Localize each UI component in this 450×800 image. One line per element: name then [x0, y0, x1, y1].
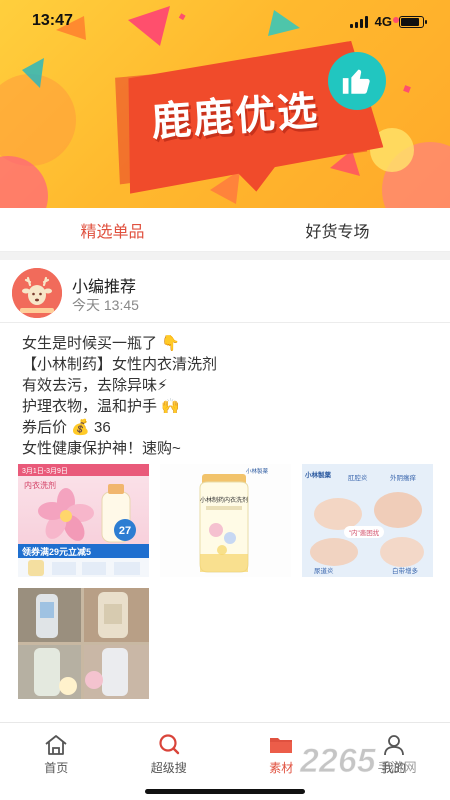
svg-text:小林制药内衣洗剂: 小林制药内衣洗剂 [200, 496, 248, 504]
watermark-number: 2265 [300, 742, 377, 781]
watermark-text: 手游网 [377, 760, 417, 775]
post-line: 有效去污，去除异味⚡ [22, 376, 168, 394]
svg-text:小林製薬: 小林製薬 [304, 470, 332, 479]
tab-good-deals[interactable]: 好货专场 [225, 208, 450, 251]
nav-super-search-label: 超级搜 [150, 761, 187, 775]
product-image-2-art: 小林製薬 小林制药内衣洗剂 [199, 467, 269, 573]
tab-good-deals-label: 好货专场 [305, 223, 370, 241]
tab-featured[interactable]: 精选单品 [0, 208, 225, 251]
svg-text:尿道炎: 尿道炎 [314, 566, 334, 575]
site-watermark: 2265 手游网 [300, 742, 417, 781]
signal-icon [349, 15, 368, 28]
nav-home[interactable]: 首页 [0, 723, 113, 800]
status-bar: 13:47 4G [0, 0, 450, 44]
svg-text:领券满29元立减5: 领券满29元立减5 [22, 546, 91, 557]
product-image-1[interactable]: 3月1日-3月9日 内衣洗剂 27 领券满29元立减5 [18, 464, 149, 577]
svg-text:"内"患困扰: "内"患困扰 [349, 528, 380, 537]
folder-icon [270, 738, 293, 753]
post-line: 护理衣物，温和护手 🙌 [22, 397, 180, 415]
tab-featured-label: 精选单品 [80, 223, 145, 241]
product-image-4-art [18, 588, 149, 699]
product-image-2[interactable]: 小林製薬 小林制药内衣洗剂 [160, 464, 291, 577]
price-value: 36 [94, 419, 111, 436]
product-image-1-art: 3月1日-3月9日 内衣洗剂 27 领券满29元立减5 [18, 464, 149, 577]
raised-hands-emoji-icon: 🙌 [161, 397, 180, 415]
status-indicators: 4G [349, 14, 427, 29]
post-time: 今天 13:45 [72, 297, 139, 313]
point-down-emoji-icon: 👇 [161, 334, 180, 352]
status-time: 13:47 [32, 12, 73, 29]
home-icon [45, 735, 67, 755]
post-header: 小编推荐 今天 13:45 [0, 260, 450, 322]
promo-banner[interactable]: 13:47 4G 鹿鹿优选 [0, 0, 450, 208]
post-card: 小编推荐 今天 13:45 女生是时候买一瓶了 👇 【小林制药】女性内衣清洗剂 … [0, 260, 450, 459]
deer-logo-icon [12, 268, 62, 318]
battery-icon [399, 15, 427, 28]
svg-text:外阴瘙痒: 外阴瘙痒 [390, 473, 417, 482]
section-divider [0, 252, 450, 260]
thumbs-up-icon [328, 52, 386, 110]
network-type: 4G [374, 14, 392, 29]
product-image-3-art: 小林製薬 肛腔炎 外阴瘙痒 "内"患困扰 尿道炎 白带增多 [302, 464, 433, 577]
search-icon [159, 734, 179, 755]
product-image-3[interactable]: 小林製薬 肛腔炎 外阴瘙痒 "内"患困扰 尿道炎 白带增多 [302, 464, 433, 577]
product-image-4[interactable] [18, 588, 149, 699]
post-line: 女生是时候买一瓶了 👇 [22, 334, 180, 352]
post-content[interactable]: 女生是时候买一瓶了 👇 【小林制药】女性内衣清洗剂 有效去污，去除异味⚡ 护理衣… [0, 323, 450, 459]
nav-materials-label: 素材 [269, 761, 294, 775]
svg-text:27: 27 [119, 525, 131, 537]
post-line: 【小林制药】女性内衣清洗剂 [22, 356, 218, 373]
post-line: 券后价 💰 36 [22, 418, 111, 436]
money-bag-emoji-icon: 💰 [71, 418, 90, 436]
svg-text:肛腔炎: 肛腔炎 [348, 473, 368, 482]
avatar[interactable] [12, 268, 62, 318]
svg-text:小林製薬: 小林製薬 [246, 467, 269, 475]
lightning-emoji-icon: ⚡ [157, 376, 168, 394]
post-author: 小编推荐 [72, 279, 137, 296]
svg-text:内衣洗剂: 内衣洗剂 [24, 480, 56, 490]
svg-text:白带增多: 白带增多 [392, 566, 419, 575]
nav-home-label: 首页 [44, 761, 69, 775]
svg-text:3月1日-3月9日: 3月1日-3月9日 [22, 467, 68, 475]
post-line: 女性健康保护神！速购~ [22, 440, 181, 457]
tab-bar: 精选单品 好货专场 [0, 208, 450, 252]
home-indicator[interactable] [145, 789, 305, 794]
